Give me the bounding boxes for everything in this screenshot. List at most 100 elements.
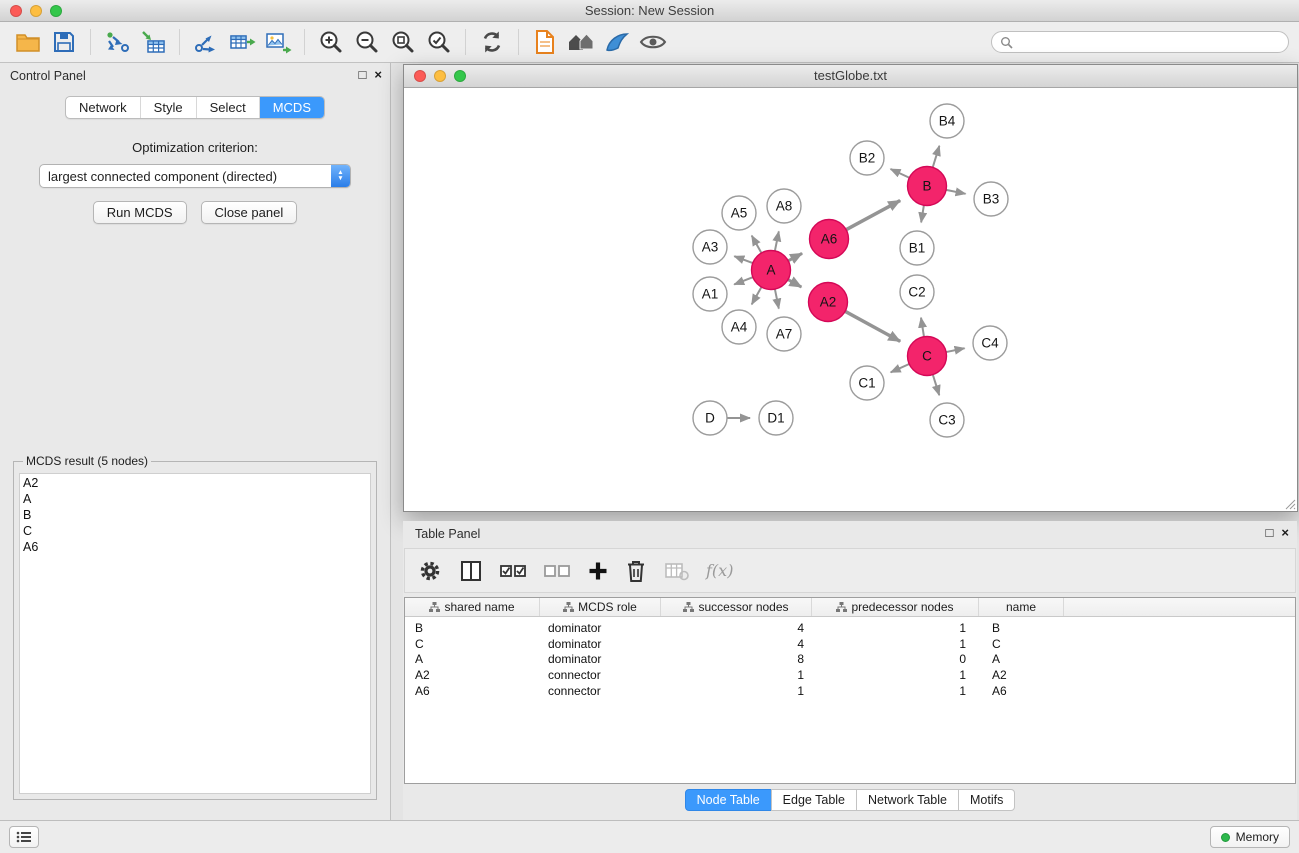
graph-node-A2[interactable]: A2 — [809, 283, 848, 322]
graph-edge-A-A8[interactable] — [775, 231, 779, 250]
task-history-button[interactable] — [9, 826, 39, 848]
home-icon[interactable] — [563, 25, 599, 59]
graph-node-A[interactable]: A — [752, 251, 791, 290]
close-window-icon[interactable] — [10, 5, 22, 17]
mcds-result-item[interactable]: A2 — [23, 475, 370, 491]
graph-node-D1[interactable]: D1 — [759, 401, 793, 435]
graph-node-A4[interactable]: A4 — [722, 310, 756, 344]
tab-network[interactable]: Network — [66, 97, 140, 118]
graph-edge-A-A3[interactable] — [734, 256, 752, 263]
close-table-panel-icon[interactable]: × — [1281, 524, 1289, 542]
graph-node-A1[interactable]: A1 — [693, 277, 727, 311]
export-network-icon[interactable] — [188, 25, 224, 59]
table-row[interactable]: Adominator80A — [405, 652, 1295, 668]
graph-node-D[interactable]: D — [693, 401, 727, 435]
graph-node-A5[interactable]: A5 — [722, 196, 756, 230]
deselect-all-icon[interactable] — [544, 562, 571, 580]
table-row[interactable]: Bdominator41B — [405, 620, 1295, 636]
table-row[interactable]: A2connector11A2 — [405, 667, 1295, 683]
mcds-result-item[interactable]: C — [23, 523, 370, 539]
eye-icon[interactable] — [635, 25, 671, 59]
graph-edge-A-A2[interactable] — [788, 280, 801, 288]
close-panel-button[interactable]: Close panel — [201, 201, 298, 224]
mcds-result-item[interactable]: B — [23, 507, 370, 523]
tab-network-table[interactable]: Network Table — [856, 789, 959, 811]
graph-edge-B-B3[interactable] — [946, 190, 965, 194]
table-settings-gear-icon[interactable] — [418, 559, 442, 583]
export-table-icon[interactable] — [224, 25, 260, 59]
graph-edge-A-A5[interactable] — [752, 236, 762, 253]
memory-button[interactable]: Memory — [1210, 826, 1290, 848]
column-selector-icon[interactable] — [459, 559, 483, 583]
graph-node-C4[interactable]: C4 — [973, 326, 1007, 360]
style-icon[interactable] — [599, 25, 635, 59]
function-builder-icon[interactable]: f(x) — [706, 561, 733, 580]
tab-select[interactable]: Select — [196, 97, 259, 118]
graph-edge-B-B2[interactable] — [891, 169, 910, 178]
add-column-icon[interactable] — [588, 561, 608, 581]
column-header-shared-name[interactable]: shared name — [405, 598, 540, 616]
graph-node-B3[interactable]: B3 — [974, 182, 1008, 216]
graph-edge-A-A7[interactable] — [775, 289, 779, 308]
graph-node-B2[interactable]: B2 — [850, 141, 884, 175]
graph-node-A7[interactable]: A7 — [767, 317, 801, 351]
search-field[interactable] — [991, 31, 1289, 53]
import-table-icon[interactable] — [135, 25, 171, 59]
open-file-icon[interactable] — [10, 25, 46, 59]
column-header-mcds-role[interactable]: MCDS role — [540, 598, 661, 616]
network-zoom-icon[interactable] — [454, 70, 466, 82]
export-image-icon[interactable] — [260, 25, 296, 59]
tab-edge-table[interactable]: Edge Table — [771, 789, 857, 811]
graph-node-C2[interactable]: C2 — [900, 275, 934, 309]
graph-edge-A-A1[interactable] — [734, 277, 753, 284]
graph-node-C[interactable]: C — [908, 337, 947, 376]
column-header-name[interactable]: name — [979, 598, 1064, 616]
graph-edge-A6-B[interactable] — [846, 201, 900, 230]
mcds-result-item[interactable]: A — [23, 491, 370, 507]
graph-edge-A2-C[interactable] — [845, 311, 900, 341]
network-canvas[interactable]: B4B2BB3B1A5A8A6A3AA1A2A4A7C2C1CC4C3DD1 — [404, 88, 1297, 511]
graph-edge-C-C1[interactable] — [891, 364, 910, 372]
document-icon[interactable] — [527, 25, 563, 59]
mcds-result-item[interactable]: A6 — [23, 539, 370, 555]
table-row[interactable]: A6connector11A6 — [405, 683, 1295, 699]
tab-motifs[interactable]: Motifs — [958, 789, 1015, 811]
zoom-in-icon[interactable] — [313, 25, 349, 59]
column-header-successor-nodes[interactable]: successor nodes — [661, 598, 812, 616]
graph-node-A6[interactable]: A6 — [810, 220, 849, 259]
tab-node-table[interactable]: Node Table — [685, 789, 772, 811]
graph-node-A8[interactable]: A8 — [767, 189, 801, 223]
graph-edge-C-C4[interactable] — [946, 348, 964, 352]
delete-column-icon[interactable] — [625, 559, 647, 583]
close-panel-icon[interactable]: × — [374, 66, 382, 84]
column-header-predecessor-nodes[interactable]: predecessor nodes — [812, 598, 979, 616]
table-row[interactable]: Cdominator41C — [405, 636, 1295, 652]
float-panel-icon[interactable]: □ — [359, 66, 367, 84]
graph-edge-A-A6[interactable] — [788, 253, 802, 260]
zoom-fit-icon[interactable] — [385, 25, 421, 59]
graph-node-A3[interactable]: A3 — [693, 230, 727, 264]
graph-node-C1[interactable]: C1 — [850, 366, 884, 400]
graph-node-B[interactable]: B — [908, 167, 947, 206]
network-minimize-icon[interactable] — [434, 70, 446, 82]
zoom-window-icon[interactable] — [50, 5, 62, 17]
refresh-icon[interactable] — [474, 25, 510, 59]
graph-edge-C-C2[interactable] — [921, 318, 924, 337]
run-mcds-button[interactable]: Run MCDS — [93, 201, 187, 224]
zoom-out-icon[interactable] — [349, 25, 385, 59]
criterion-dropdown[interactable]: largest connected component (directed) ▲… — [39, 164, 351, 188]
graph-edge-C-C3[interactable] — [933, 375, 939, 396]
select-all-icon[interactable] — [500, 562, 527, 580]
float-table-panel-icon[interactable]: □ — [1266, 524, 1274, 542]
graph-node-B1[interactable]: B1 — [900, 231, 934, 265]
network-close-icon[interactable] — [414, 70, 426, 82]
network-graph[interactable]: B4B2BB3B1A5A8A6A3AA1A2A4A7C2C1CC4C3DD1 — [404, 88, 1297, 511]
import-network-icon[interactable] — [99, 25, 135, 59]
save-session-icon[interactable] — [46, 25, 82, 59]
resize-grip-icon[interactable] — [1284, 498, 1296, 510]
graph-edge-B-B1[interactable] — [921, 205, 924, 222]
tab-style[interactable]: Style — [140, 97, 196, 118]
graph-node-B4[interactable]: B4 — [930, 104, 964, 138]
graph-edge-B-B4[interactable] — [933, 146, 940, 168]
zoom-selected-icon[interactable] — [421, 25, 457, 59]
